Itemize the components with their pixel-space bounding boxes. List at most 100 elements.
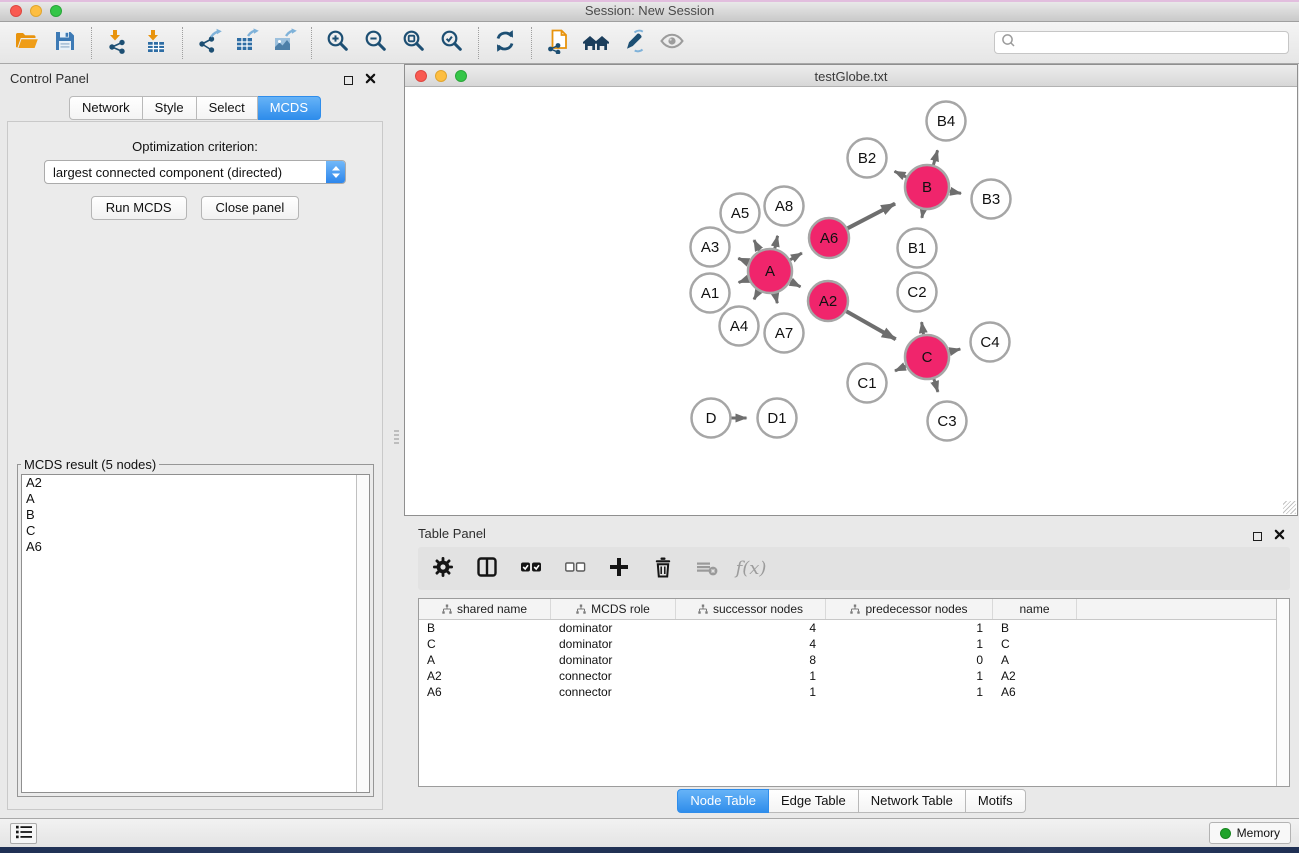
mcds-result-item[interactable]: C — [22, 523, 369, 539]
zoom-fit-button[interactable] — [395, 25, 433, 61]
column-header-mcds-role[interactable]: MCDS role — [551, 599, 676, 619]
table-cell[interactable]: connector — [551, 668, 676, 684]
float-table-panel-icon[interactable] — [1253, 532, 1262, 541]
table-cell[interactable]: dominator — [551, 620, 676, 636]
table-cell[interactable]: A2 — [419, 668, 551, 684]
annotation-button[interactable] — [615, 25, 653, 61]
graph-edge-A-A5[interactable] — [754, 240, 759, 251]
delete-rows-button[interactable] — [648, 553, 678, 585]
delete-column-button[interactable] — [692, 553, 722, 585]
network-from-file-button[interactable] — [539, 25, 577, 61]
mcds-result-list[interactable]: A2ABCA6 — [21, 474, 370, 793]
table-cell[interactable]: 1 — [826, 620, 993, 636]
tab-motifs[interactable]: Motifs — [966, 789, 1026, 813]
zoom-out-button[interactable] — [357, 25, 395, 61]
table-settings-button[interactable] — [428, 553, 458, 585]
column-header-shared-name[interactable]: shared name — [419, 599, 551, 619]
graph-edge-A-A7[interactable] — [775, 293, 777, 303]
table-cell[interactable]: dominator — [551, 652, 676, 668]
table-cell[interactable]: dominator — [551, 636, 676, 652]
tab-node-table[interactable]: Node Table — [677, 789, 769, 813]
export-image-button[interactable] — [266, 25, 304, 61]
table-cell[interactable]: 8 — [676, 652, 826, 668]
graph-edge-B-B3[interactable] — [950, 191, 961, 193]
graph-edge-A-A8[interactable] — [775, 236, 778, 249]
graph-edge-A-A3[interactable] — [738, 258, 748, 262]
graph-edge-B-B4[interactable] — [933, 150, 937, 165]
select-all-button[interactable] — [516, 553, 546, 585]
table-cell[interactable]: 4 — [676, 636, 826, 652]
table-cell[interactable]: 1 — [676, 684, 826, 700]
table-cell[interactable]: 1 — [676, 668, 826, 684]
first-neighbors-button[interactable] — [577, 25, 615, 61]
deselect-all-button[interactable] — [560, 553, 590, 585]
table-row[interactable]: Cdominator41C — [419, 636, 1289, 652]
graph-edge-A-A6[interactable] — [790, 253, 802, 260]
tab-edge-table[interactable]: Edge Table — [769, 789, 859, 813]
table-cell[interactable]: A2 — [993, 668, 1077, 684]
zoom-in-button[interactable] — [319, 25, 357, 61]
table-cell[interactable]: 4 — [676, 620, 826, 636]
table-cell[interactable]: 1 — [826, 684, 993, 700]
mcds-result-item[interactable]: B — [22, 507, 369, 523]
graph-edge-B-B2[interactable] — [895, 171, 907, 177]
graph-edge-C-C4[interactable] — [949, 349, 960, 352]
graph-edge-C-C2[interactable] — [922, 322, 924, 334]
table-cell[interactable]: A — [419, 652, 551, 668]
resize-grip-icon[interactable] — [1283, 501, 1296, 514]
table-cell[interactable]: B — [993, 620, 1077, 636]
tab-network[interactable]: Network — [69, 96, 143, 120]
run-mcds-button[interactable]: Run MCDS — [91, 196, 187, 220]
mcds-result-item[interactable]: A2 — [22, 475, 369, 491]
export-network-button[interactable] — [190, 25, 228, 61]
column-header-name[interactable]: name — [993, 599, 1077, 619]
close-panel-icon[interactable] — [365, 71, 376, 89]
graph-edge-A-A2[interactable] — [790, 282, 800, 287]
graph-edge-A-A1[interactable] — [739, 279, 749, 283]
graph-edge-C-C1[interactable] — [895, 366, 906, 371]
zoom-selected-button[interactable] — [433, 25, 471, 61]
float-panel-icon[interactable] — [344, 76, 353, 85]
table-cell[interactable]: connector — [551, 684, 676, 700]
open-session-button[interactable] — [8, 25, 46, 61]
show-columns-button[interactable] — [472, 553, 502, 585]
column-header-predecessor-nodes[interactable]: predecessor nodes — [826, 599, 993, 619]
import-table-button[interactable] — [137, 25, 175, 61]
table-cell[interactable]: 1 — [826, 636, 993, 652]
splitter-grip[interactable] — [394, 430, 399, 446]
search-box[interactable] — [994, 31, 1289, 54]
graph-edge-A2-C[interactable] — [846, 311, 895, 339]
network-window-titlebar[interactable]: testGlobe.txt — [405, 65, 1297, 87]
table-row[interactable]: A2connector11A2 — [419, 668, 1289, 684]
table-cell[interactable]: B — [419, 620, 551, 636]
mcds-result-item[interactable]: A — [22, 491, 369, 507]
function-builder-button[interactable]: f(x) — [736, 553, 766, 585]
table-cell[interactable]: A — [993, 652, 1077, 668]
table-row[interactable]: Bdominator41B — [419, 620, 1289, 636]
memory-button[interactable]: Memory — [1209, 822, 1291, 844]
table-cell[interactable]: C — [419, 636, 551, 652]
export-table-button[interactable] — [228, 25, 266, 61]
tab-style[interactable]: Style — [143, 96, 197, 120]
mcds-result-item[interactable]: A6 — [22, 539, 369, 555]
show-hide-button[interactable] — [653, 25, 691, 61]
network-canvas[interactable]: B4B2BB3A5A8A6A3B1AA1A2C2A4A7C4CC1DD1C3 — [405, 87, 1297, 515]
table-cell[interactable]: A6 — [419, 684, 551, 700]
column-header-successor-nodes[interactable]: successor nodes — [676, 599, 826, 619]
tab-mcds[interactable]: MCDS — [258, 96, 321, 120]
search-input[interactable] — [1016, 34, 1288, 52]
network-graph[interactable]: B4B2BB3A5A8A6A3B1AA1A2C2A4A7C4CC1DD1C3 — [405, 87, 1297, 515]
table-cell[interactable]: 0 — [826, 652, 993, 668]
table-row[interactable]: A6connector11A6 — [419, 684, 1289, 700]
table-row[interactable]: Adominator80A — [419, 652, 1289, 668]
table-cell[interactable]: A6 — [993, 684, 1077, 700]
close-panel-button[interactable]: Close panel — [201, 196, 300, 220]
table-scrollbar[interactable] — [1276, 599, 1289, 786]
graph-edge-B-B1[interactable] — [922, 210, 923, 218]
table-cell[interactable]: 1 — [826, 668, 993, 684]
panel-splitter[interactable] — [390, 64, 404, 818]
close-table-panel-icon[interactable] — [1274, 527, 1285, 545]
refresh-button[interactable] — [486, 25, 524, 61]
save-session-button[interactable] — [46, 25, 84, 61]
task-history-button[interactable] — [10, 823, 37, 844]
